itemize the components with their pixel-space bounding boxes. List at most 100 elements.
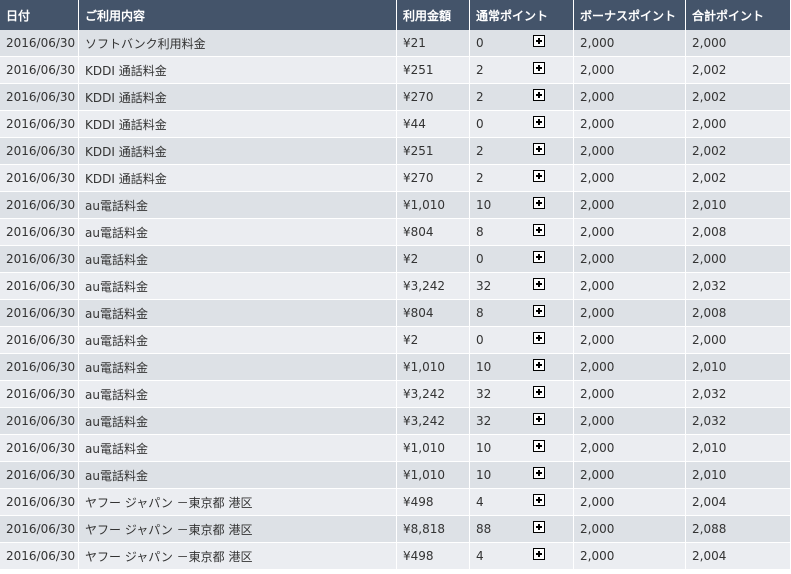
cell-amount: ¥498: [397, 543, 470, 570]
cell-date: 2016/06/30: [0, 57, 79, 84]
normal-points-value: 88: [476, 522, 492, 536]
cell-total-points: 2,032: [686, 408, 791, 435]
normal-points-value: 4: [476, 495, 484, 509]
cell-date: 2016/06/30: [0, 489, 79, 516]
cell-total-points: 2,000: [686, 327, 791, 354]
cell-bonus-points: 2,000: [574, 219, 686, 246]
table-header-row: 日付 ご利用内容 利用金額 通常ポイント ボーナスポイント 合計ポイント: [0, 0, 791, 30]
cell-normal-points: 10: [470, 354, 574, 381]
cell-normal-points: 10: [470, 192, 574, 219]
cell-item: ヤフー ジャパン －東京都 港区: [79, 489, 397, 516]
cell-amount: ¥1,010: [397, 435, 470, 462]
table-row: 2016/06/30 au電話料金 ¥3,242 32 2,000 2,032: [0, 381, 791, 408]
cell-total-points: 2,010: [686, 435, 791, 462]
points-history-table: 日付 ご利用内容 利用金額 通常ポイント ボーナスポイント 合計ポイント 201…: [0, 0, 791, 570]
normal-points-value: 4: [476, 549, 484, 563]
table-row: 2016/06/30 KDDI 通話料金 ¥251 2 2,000 2,002: [0, 57, 791, 84]
cell-bonus-points: 2,000: [574, 111, 686, 138]
cell-bonus-points: 2,000: [574, 138, 686, 165]
expand-plus-icon[interactable]: [533, 413, 545, 425]
header-bonus-points: ボーナスポイント: [574, 0, 686, 30]
cell-amount: ¥251: [397, 57, 470, 84]
cell-total-points: 2,010: [686, 192, 791, 219]
header-amount: 利用金額: [397, 0, 470, 30]
normal-points-value: 8: [476, 225, 484, 239]
cell-date: 2016/06/30: [0, 462, 79, 489]
normal-points-value: 0: [476, 117, 484, 131]
cell-item: au電話料金: [79, 300, 397, 327]
expand-plus-icon[interactable]: [533, 494, 545, 506]
expand-plus-icon[interactable]: [533, 197, 545, 209]
cell-normal-points: 8: [470, 219, 574, 246]
table-row: 2016/06/30 au電話料金 ¥1,010 10 2,000 2,010: [0, 435, 791, 462]
cell-total-points: 2,004: [686, 543, 791, 570]
cell-item: ソフトバンク利用料金: [79, 30, 397, 57]
table-row: 2016/06/30 KDDI 通話料金 ¥251 2 2,000 2,002: [0, 138, 791, 165]
cell-total-points: 2,004: [686, 489, 791, 516]
cell-item: KDDI 通話料金: [79, 111, 397, 138]
expand-plus-icon[interactable]: [533, 116, 545, 128]
expand-plus-icon[interactable]: [533, 143, 545, 155]
cell-date: 2016/06/30: [0, 435, 79, 462]
cell-normal-points: 2: [470, 138, 574, 165]
cell-bonus-points: 2,000: [574, 408, 686, 435]
cell-amount: ¥270: [397, 165, 470, 192]
header-normal-points: 通常ポイント: [470, 0, 574, 30]
cell-item: au電話料金: [79, 381, 397, 408]
cell-bonus-points: 2,000: [574, 327, 686, 354]
table-row: 2016/06/30 ヤフー ジャパン －東京都 港区 ¥8,818 88 2,000 2…: [0, 516, 791, 543]
expand-plus-icon[interactable]: [533, 35, 545, 47]
cell-date: 2016/06/30: [0, 246, 79, 273]
expand-plus-icon[interactable]: [533, 467, 545, 479]
cell-normal-points: 8: [470, 300, 574, 327]
normal-points-value: 0: [476, 333, 484, 347]
cell-total-points: 2,088: [686, 516, 791, 543]
table-row: 2016/06/30 ソフトバンク利用料金 ¥21 0 2,000 2,000: [0, 30, 791, 57]
table-row: 2016/06/30 au電話料金 ¥3,242 32 2,000 2,032: [0, 408, 791, 435]
cell-amount: ¥804: [397, 300, 470, 327]
table-row: 2016/06/30 au電話料金 ¥2 0 2,000 2,000: [0, 246, 791, 273]
cell-normal-points: 0: [470, 30, 574, 57]
cell-date: 2016/06/30: [0, 111, 79, 138]
expand-plus-icon[interactable]: [533, 359, 545, 371]
cell-bonus-points: 2,000: [574, 192, 686, 219]
cell-item: au電話料金: [79, 435, 397, 462]
cell-date: 2016/06/30: [0, 165, 79, 192]
expand-plus-icon[interactable]: [533, 386, 545, 398]
expand-plus-icon[interactable]: [533, 224, 545, 236]
expand-plus-icon[interactable]: [533, 170, 545, 182]
cell-normal-points: 10: [470, 435, 574, 462]
cell-date: 2016/06/30: [0, 408, 79, 435]
cell-amount: ¥2: [397, 327, 470, 354]
cell-total-points: 2,002: [686, 138, 791, 165]
cell-normal-points: 32: [470, 273, 574, 300]
expand-plus-icon[interactable]: [533, 521, 545, 533]
expand-plus-icon[interactable]: [533, 548, 545, 560]
expand-plus-icon[interactable]: [533, 440, 545, 452]
cell-date: 2016/06/30: [0, 354, 79, 381]
cell-total-points: 2,002: [686, 165, 791, 192]
cell-bonus-points: 2,000: [574, 435, 686, 462]
normal-points-value: 10: [476, 468, 492, 482]
expand-plus-icon[interactable]: [533, 305, 545, 317]
table-row: 2016/06/30 au電話料金 ¥1,010 10 2,000 2,010: [0, 354, 791, 381]
cell-date: 2016/06/30: [0, 516, 79, 543]
cell-amount: ¥1,010: [397, 192, 470, 219]
normal-points-value: 10: [476, 198, 492, 212]
expand-plus-icon[interactable]: [533, 89, 545, 101]
cell-item: KDDI 通話料金: [79, 165, 397, 192]
header-date: 日付: [0, 0, 79, 30]
cell-bonus-points: 2,000: [574, 57, 686, 84]
expand-plus-icon[interactable]: [533, 332, 545, 344]
cell-item: au電話料金: [79, 192, 397, 219]
normal-points-value: 10: [476, 441, 492, 455]
expand-plus-icon[interactable]: [533, 62, 545, 74]
expand-plus-icon[interactable]: [533, 278, 545, 290]
cell-item: KDDI 通話料金: [79, 138, 397, 165]
cell-normal-points: 10: [470, 462, 574, 489]
header-item: ご利用内容: [79, 0, 397, 30]
table-row: 2016/06/30 au電話料金 ¥1,010 10 2,000 2,010: [0, 192, 791, 219]
table-body: 2016/06/30 ソフトバンク利用料金 ¥21 0 2,000 2,000 2016/0…: [0, 30, 791, 570]
cell-total-points: 2,032: [686, 381, 791, 408]
expand-plus-icon[interactable]: [533, 251, 545, 263]
